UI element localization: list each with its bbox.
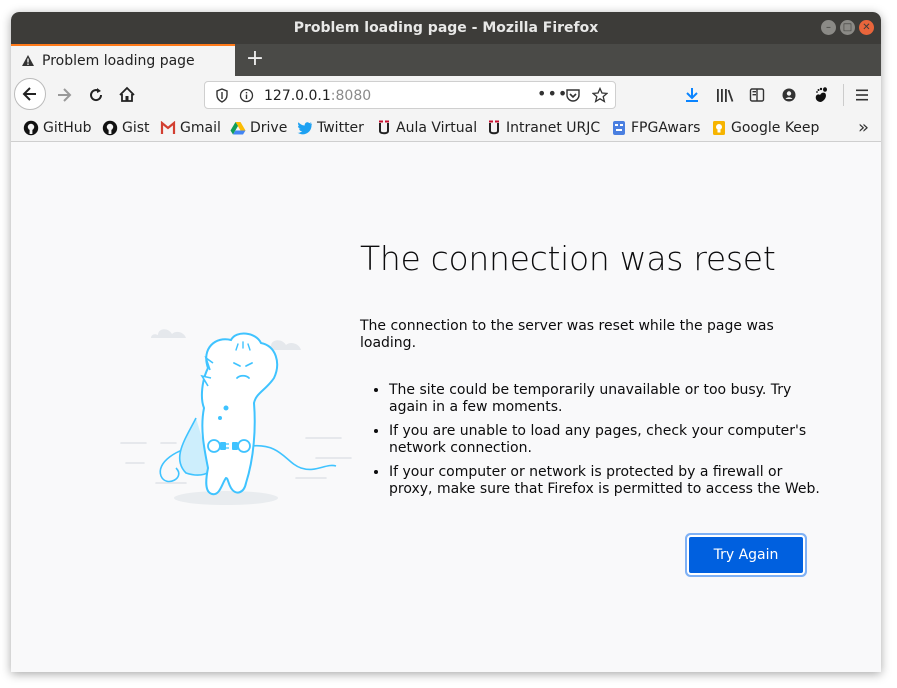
- bookmark-label: Aula Virtual: [396, 120, 478, 136]
- maximize-button[interactable]: □: [840, 20, 855, 35]
- error-page: The connection was reset The connection …: [11, 142, 881, 672]
- library-button[interactable]: [711, 81, 739, 109]
- home-button[interactable]: [113, 81, 141, 109]
- forward-arrow-icon: [58, 88, 72, 102]
- bookmark-label: GitHub: [43, 120, 92, 136]
- bookmark-aula-virtual[interactable]: Aula Virtual: [376, 119, 477, 137]
- bookmark-intranet-urjc[interactable]: Intranet URJC: [486, 119, 600, 137]
- bookmark-github[interactable]: GitHub: [23, 119, 92, 137]
- url-text[interactable]: 127.0.0.1:8080: [264, 88, 371, 104]
- list-item: The site could be temporarily unavailabl…: [389, 382, 829, 416]
- drive-icon: [230, 120, 246, 136]
- window-title: Problem loading page - Mozilla Firefox: [293, 20, 599, 36]
- extension-button[interactable]: [807, 81, 835, 109]
- account-button[interactable]: [775, 81, 803, 109]
- url-host: 127.0.0.1: [264, 88, 331, 104]
- bookmark-twitter[interactable]: Twitter: [297, 119, 364, 137]
- reload-button[interactable]: [82, 81, 110, 109]
- download-icon: [686, 88, 698, 102]
- back-arrow-icon: [22, 87, 36, 101]
- bookmark-star-icon[interactable]: [591, 86, 609, 107]
- bookmark-label: Twitter: [317, 120, 364, 136]
- keep-icon: [711, 120, 727, 136]
- page-actions-icon[interactable]: •••: [537, 84, 568, 103]
- pocket-icon[interactable]: [565, 88, 581, 107]
- url-port: :8080: [330, 88, 372, 104]
- downloads-button[interactable]: [678, 81, 706, 109]
- toolbar-separator: [843, 84, 844, 106]
- title-bar: Problem loading page - Mozilla Firefox –…: [11, 12, 881, 44]
- bookmark-label: Gmail: [180, 120, 221, 136]
- back-button[interactable]: [14, 78, 46, 110]
- disconnected-dino-illustration: [120, 329, 352, 505]
- tab-title: Problem loading page: [42, 53, 195, 69]
- bookmark-label: Gist: [122, 120, 150, 136]
- bookmark-fpgawars[interactable]: FPGAwars: [611, 119, 700, 137]
- minimize-button[interactable]: –: [821, 20, 836, 35]
- gnome-extension-icon: [815, 87, 827, 102]
- bookmarks-overflow-button[interactable]: »: [858, 117, 869, 138]
- try-again-button[interactable]: Try Again: [689, 537, 803, 573]
- close-button[interactable]: ✕: [859, 20, 874, 35]
- fpgawars-icon: [611, 120, 627, 136]
- list-item: If you are unable to load any pages, che…: [389, 423, 829, 457]
- bookmark-label: Google Keep: [731, 120, 820, 136]
- bookmark-gist[interactable]: Gist: [102, 119, 150, 137]
- bookmark-drive[interactable]: Drive: [230, 119, 287, 137]
- url-bar[interactable]: 127.0.0.1:8080 •••: [204, 81, 616, 109]
- github-icon: [102, 120, 118, 136]
- tab-active[interactable]: Problem loading page: [11, 44, 235, 76]
- list-item: If your computer or network is protected…: [389, 464, 829, 498]
- home-icon: [119, 86, 135, 102]
- gmail-icon: [160, 120, 176, 136]
- account-icon: [782, 88, 796, 102]
- forward-button[interactable]: [50, 81, 78, 109]
- bookmark-label: FPGAwars: [631, 120, 701, 136]
- library-icon: [717, 89, 734, 102]
- hamburger-menu-icon: [856, 89, 868, 101]
- bookmark-label: Intranet URJC: [506, 120, 601, 136]
- bookmark-label: Drive: [250, 120, 288, 136]
- warning-icon: [21, 53, 35, 72]
- site-info-icon[interactable]: [239, 88, 254, 107]
- error-reasons-list: The site could be temporarily unavailabl…: [371, 382, 829, 505]
- navigation-toolbar: 127.0.0.1:8080 •••: [11, 76, 881, 114]
- error-description: The connection to the server was reset w…: [360, 318, 774, 351]
- sidebar-button[interactable]: [743, 81, 771, 109]
- bookmark-google-keep[interactable]: Google Keep: [711, 119, 819, 137]
- bookmarks-toolbar: GitHub Gist Gmail Drive Twitter Aula Vir…: [11, 114, 881, 142]
- reload-icon: [90, 88, 103, 102]
- new-tab-button[interactable]: +: [243, 48, 267, 72]
- error-title: The connection was reset: [360, 239, 776, 278]
- tab-strip: Problem loading page +: [11, 44, 881, 76]
- github-icon: [23, 120, 39, 136]
- tracking-protection-icon[interactable]: [215, 88, 229, 107]
- menu-button[interactable]: [848, 81, 876, 109]
- sidebar-icon: [749, 88, 765, 102]
- urjc-icon: [486, 120, 502, 136]
- browser-window: Problem loading page - Mozilla Firefox –…: [11, 12, 881, 672]
- twitter-icon: [297, 120, 313, 136]
- urjc-icon: [376, 120, 392, 136]
- bookmark-gmail[interactable]: Gmail: [160, 119, 221, 137]
